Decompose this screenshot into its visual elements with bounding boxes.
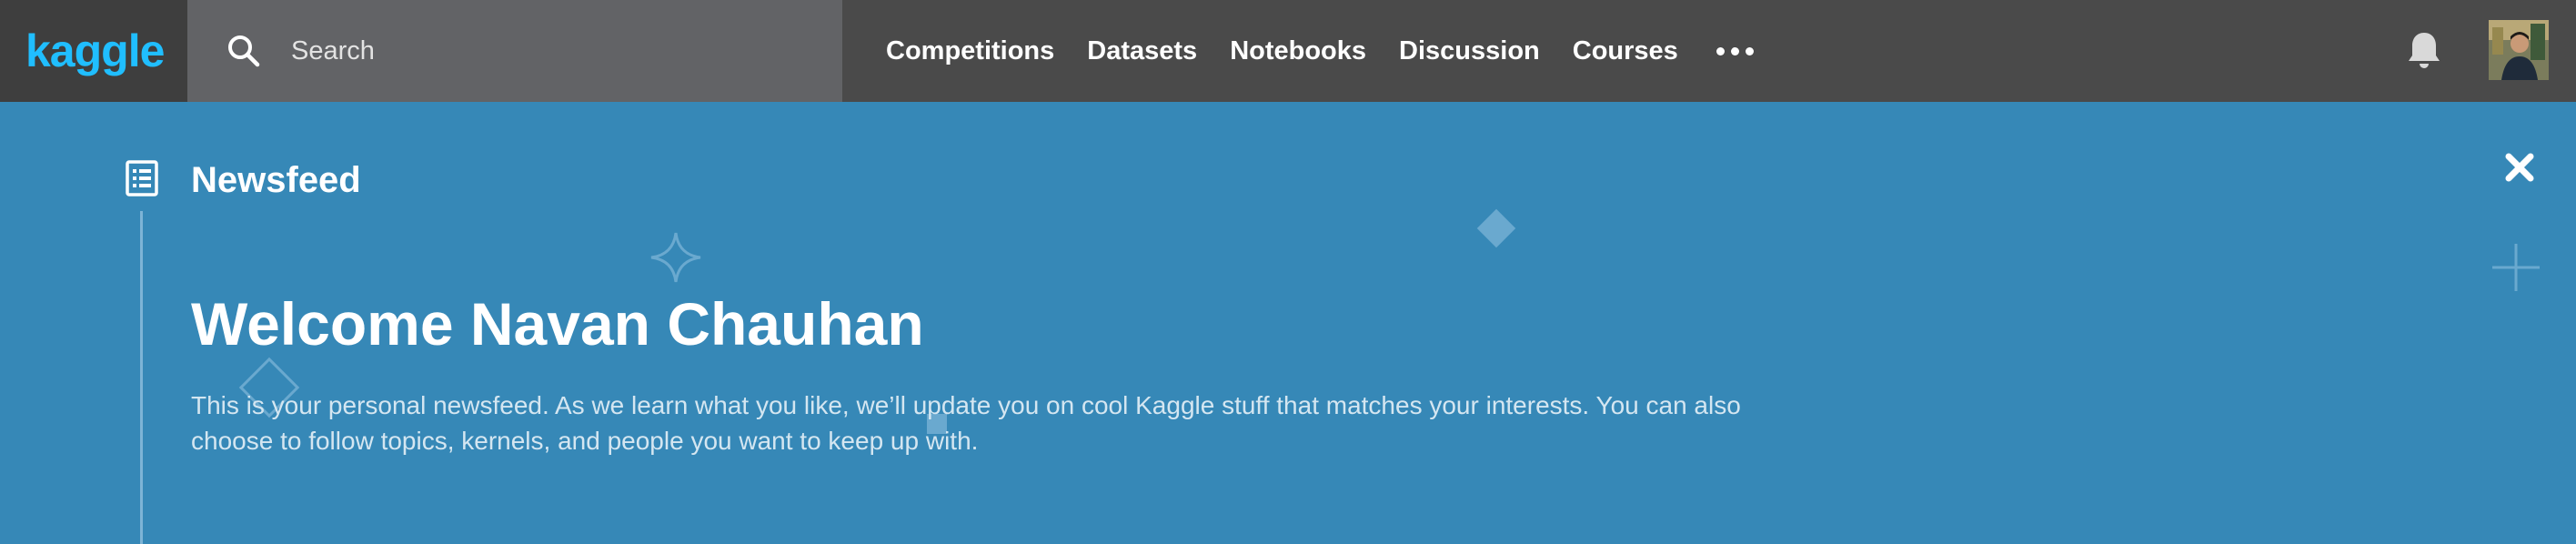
search-input[interactable] [289,23,802,79]
user-avatar[interactable] [2489,20,2549,80]
top-navigation-bar: kaggle Competitions Datasets Notebooks D… [0,0,2576,102]
close-icon[interactable] [2500,147,2540,187]
nav-discussion[interactable]: Discussion [1399,36,1540,66]
nav-competitions[interactable]: Competitions [886,36,1054,66]
nav-notebooks[interactable]: Notebooks [1230,36,1366,66]
welcome-heading: Welcome Navan Chauhan [191,290,924,358]
list-icon [126,160,158,196]
nav-datasets[interactable]: Datasets [1087,36,1197,66]
main-nav: Competitions Datasets Notebooks Discussi… [886,0,1757,102]
more-horizontal-icon[interactable] [1713,38,1757,65]
plus-decoration-icon [2492,244,2540,291]
newsfeed-timeline-line [140,211,143,544]
newsfeed-description: This is your personal newsfeed. As we le… [191,391,1741,455]
sparkle-decoration-icon [650,232,701,283]
search-icon[interactable] [224,31,264,71]
search-bar[interactable] [187,0,842,102]
kaggle-logo[interactable]: kaggle [25,25,165,77]
logo-container: kaggle [0,0,187,102]
diamond-decoration-icon [1476,208,1516,248]
bell-icon[interactable] [2401,27,2447,75]
newsfeed-title: Newsfeed [191,160,361,200]
nav-courses[interactable]: Courses [1573,36,1678,66]
